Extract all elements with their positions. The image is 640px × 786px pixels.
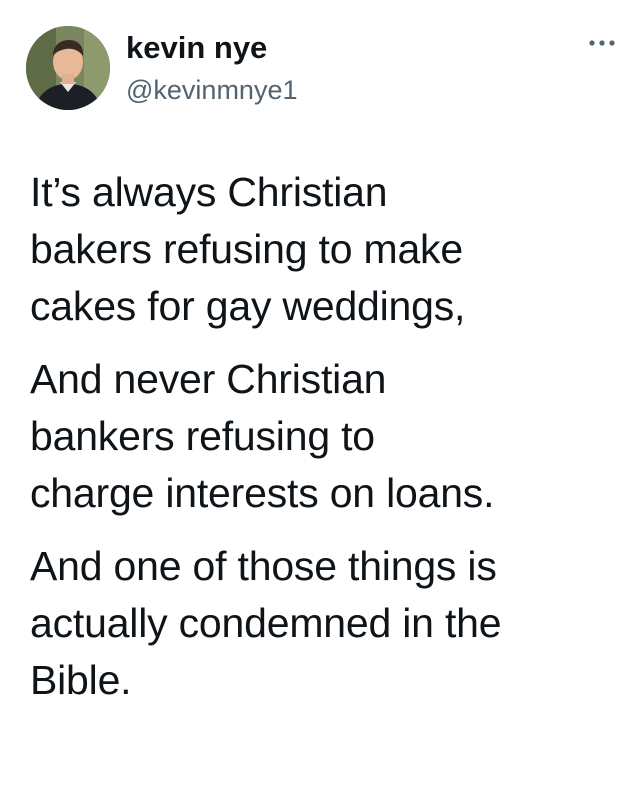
author-names: kevin nye @kevinmnye1 [126, 30, 297, 106]
more-options-button[interactable] [588, 36, 616, 50]
user-handle[interactable]: @kevinmnye1 [126, 74, 297, 106]
tweet-paragraph: It’s always Christian bakers refusing to… [30, 169, 466, 329]
avatar[interactable] [26, 26, 110, 110]
user-avatar-photo-icon [26, 26, 110, 110]
tweet-header: kevin nye @kevinmnye1 [26, 26, 616, 110]
tweet-paragraph: And one of those things is actually cond… [30, 543, 502, 703]
more-dots-icon [589, 40, 615, 46]
display-name[interactable]: kevin nye [126, 30, 297, 66]
tweet-card: kevin nye @kevinmnye1 It’s always Christ… [0, 0, 640, 786]
tweet-body: It’s always Christian bakers refusing to… [30, 164, 630, 725]
tweet-paragraph: And never Christian bankers refusing to … [30, 356, 495, 516]
